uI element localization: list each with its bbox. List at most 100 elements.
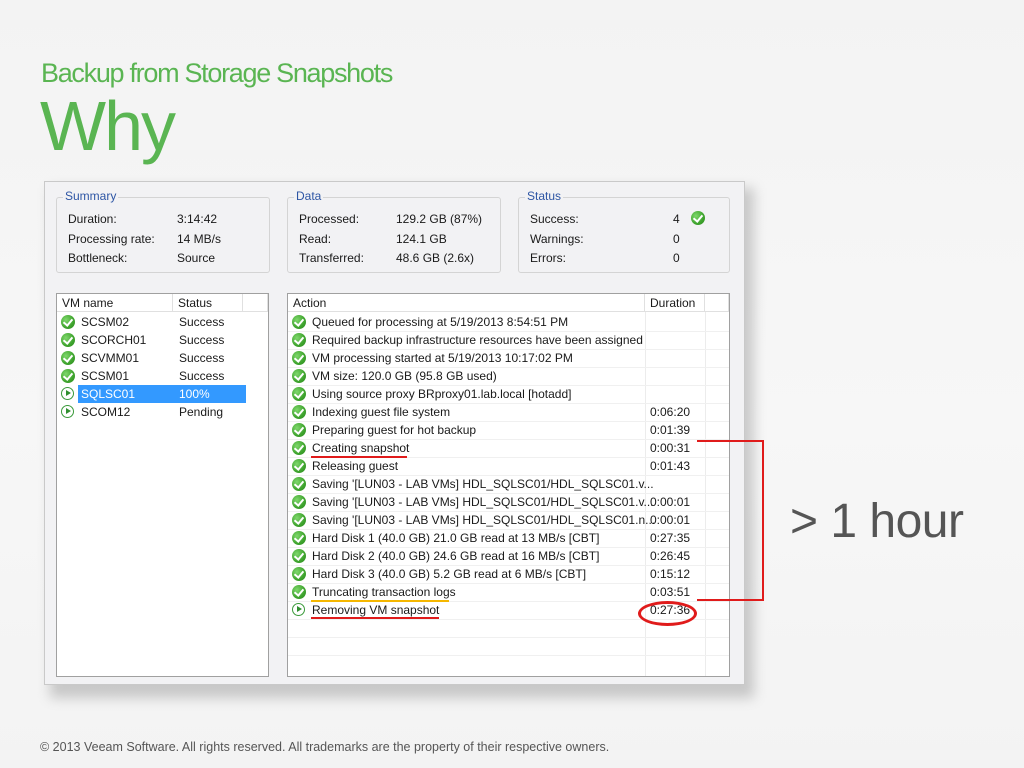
success-icon [292, 423, 306, 437]
log-duration: 0:01:43 [650, 459, 691, 473]
column-header-filler [705, 294, 729, 312]
copyright-footer: © 2013 Veeam Software. All rights reserv… [40, 740, 610, 754]
summary-legend: Summary [63, 189, 119, 203]
row-gridline [288, 511, 729, 512]
row-gridline [288, 349, 729, 350]
log-action: VM size: 120.0 GB (95.8 GB used) [312, 369, 497, 383]
row-gridline [288, 547, 729, 548]
row-gridline [288, 439, 729, 440]
log-action: Indexing guest file system [312, 405, 451, 419]
vm-row[interactable]: SCOM12 Pending [57, 403, 243, 421]
log-row[interactable]: Required backup infrastructure resources… [288, 331, 705, 349]
column-header-vm-name[interactable]: VM name [57, 294, 173, 312]
log-action: Saving '[LUN03 - LAB VMs] HDL_SQLSC01/HD… [312, 513, 656, 527]
status-value: 0 [673, 251, 680, 265]
log-row[interactable]: Truncating transaction logs 0:03:51 [288, 583, 705, 601]
success-icon [292, 369, 306, 383]
vm-row-selected[interactable]: SQLSC01 100% [57, 385, 246, 403]
highlight-underline-removing-snapshot [311, 617, 439, 619]
row-gridline [288, 475, 729, 476]
log-action: Releasing guest [312, 459, 399, 473]
vm-list[interactable]: VM name Status SCSM02 Success SCORCH01 S… [56, 293, 269, 677]
data-legend: Data [294, 189, 324, 203]
log-duration: 0:06:20 [650, 405, 691, 419]
log-row[interactable]: Queued for processing at 5/19/2013 8:54:… [288, 313, 705, 331]
log-row[interactable]: Indexing guest file system 0:06:20 [288, 403, 705, 421]
summary-value: 14 MB/s [177, 232, 222, 246]
log-row[interactable]: Hard Disk 1 (40.0 GB) 21.0 GB read at 13… [288, 529, 705, 547]
duration-circle-highlight [638, 601, 697, 626]
data-value: 48.6 GB (2.6x) [396, 251, 475, 265]
log-row[interactable]: Releasing guest 0:01:43 [288, 457, 705, 475]
row-gridline [288, 421, 729, 422]
row-gridline [288, 529, 729, 530]
data-label: Read: [299, 232, 332, 246]
log-row[interactable]: Saving '[LUN03 - LAB VMs] HDL_SQLSC01/HD… [288, 493, 705, 511]
success-icon [292, 459, 306, 473]
success-icon [292, 567, 306, 581]
vm-name: SQLSC01 [78, 385, 246, 403]
vm-status: Success [179, 315, 225, 329]
log-row[interactable]: Using source proxy BRproxy01.lab.local [… [288, 385, 705, 403]
vm-row[interactable]: SCSM02 Success [57, 313, 243, 331]
slide-title: Why [40, 87, 176, 165]
log-row[interactable]: Saving '[LUN03 - LAB VMs] HDL_SQLSC01/HD… [288, 475, 705, 493]
status-label: Warnings: [530, 232, 584, 246]
log-row[interactable]: Hard Disk 3 (40.0 GB) 5.2 GB read at 6 M… [288, 565, 705, 583]
row-gridline [288, 583, 729, 584]
success-icon [292, 549, 306, 563]
success-icon [292, 333, 306, 347]
log-action: Using source proxy BRproxy01.lab.local [… [312, 387, 572, 401]
vm-row[interactable]: SCORCH01 Success [57, 331, 243, 349]
callout-text: > 1 hour [790, 495, 964, 548]
log-action: Creating snapshot [312, 441, 410, 455]
slide-subtitle: Backup from Storage Snapshots [41, 58, 393, 88]
vm-name: SCSM01 [81, 369, 130, 383]
row-gridline [288, 403, 729, 404]
log-row[interactable]: VM size: 120.0 GB (95.8 GB used) [288, 367, 705, 385]
highlight-underline-creating-snapshot [311, 456, 407, 458]
summary-value: Source [177, 251, 216, 265]
log-duration: 0:01:39 [650, 423, 691, 437]
success-icon [292, 495, 306, 509]
running-icon [292, 603, 305, 616]
success-icon [292, 585, 306, 599]
vm-status: Success [179, 351, 225, 365]
summary-label: Duration: [68, 212, 117, 226]
status-value: 0 [673, 232, 680, 246]
success-icon [292, 441, 306, 455]
column-header-status[interactable]: Status [173, 294, 243, 312]
success-icon [61, 351, 75, 365]
column-header-duration[interactable]: Duration [645, 294, 705, 312]
log-duration: 0:00:01 [650, 495, 691, 509]
log-action: Hard Disk 3 (40.0 GB) 5.2 GB read at 6 M… [312, 567, 587, 581]
log-row[interactable]: Hard Disk 2 (40.0 GB) 24.6 GB read at 16… [288, 547, 705, 565]
success-icon [292, 531, 306, 545]
log-duration: 0:26:45 [650, 549, 691, 563]
column-header-action[interactable]: Action [288, 294, 645, 312]
success-icon [292, 405, 306, 419]
status-group: Status Success: 4 Warnings: 0 Errors: 0 [518, 189, 730, 273]
vm-status: Success [179, 369, 225, 383]
column-header-filler [243, 294, 268, 312]
status-legend: Status [525, 189, 564, 203]
log-duration: 0:03:51 [650, 585, 691, 599]
row-gridline [288, 637, 729, 638]
vm-row[interactable]: SCSM01 Success [57, 367, 243, 385]
row-gridline [288, 565, 729, 566]
log-row[interactable]: Saving '[LUN03 - LAB VMs] HDL_SQLSC01/HD… [288, 511, 705, 529]
vm-row[interactable]: SCVMM01 Success [57, 349, 243, 367]
log-row[interactable]: Creating snapshot 0:00:31 [288, 439, 705, 457]
success-icon [61, 369, 75, 383]
log-row[interactable]: Preparing guest for hot backup 0:01:39 [288, 421, 705, 439]
status-value: 4 [673, 212, 680, 226]
status-label: Success: [530, 212, 579, 226]
success-icon [292, 387, 306, 401]
data-value: 129.2 GB (87%) [396, 212, 483, 226]
success-icon [61, 333, 75, 347]
data-group: Data Processed: 129.2 GB (87%) Read: 124… [287, 189, 501, 273]
success-icon [292, 513, 306, 527]
row-gridline [288, 331, 729, 332]
vm-status: 100% [179, 387, 210, 401]
log-row[interactable]: VM processing started at 5/19/2013 10:17… [288, 349, 705, 367]
